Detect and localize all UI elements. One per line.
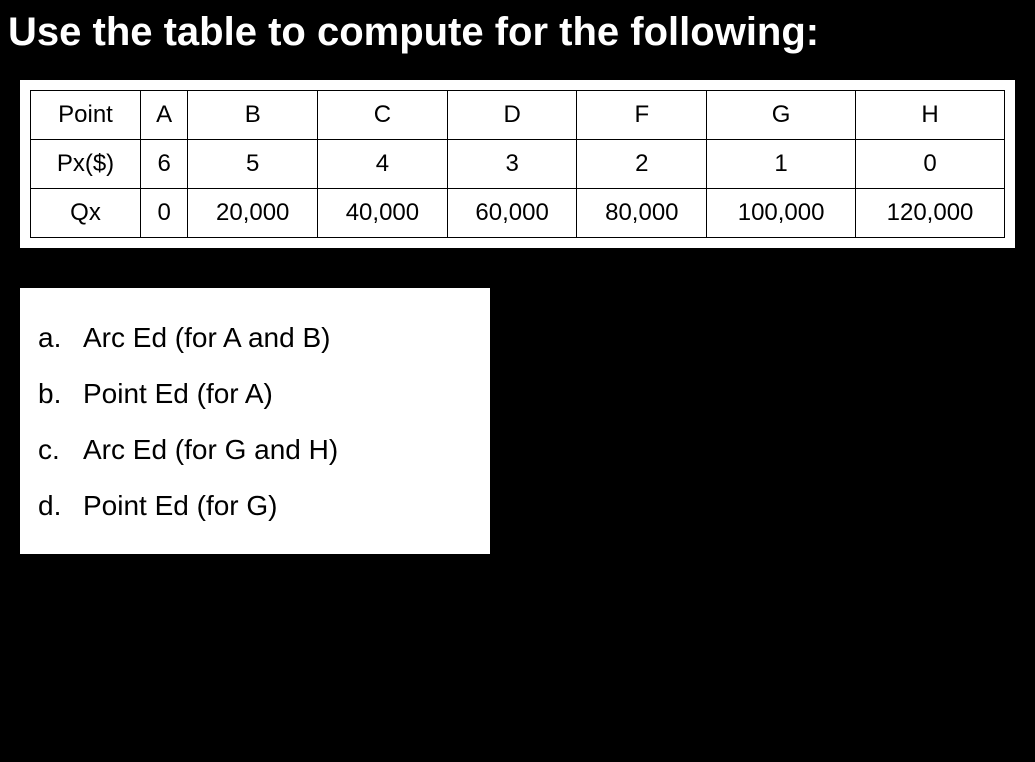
table-row: Px($) 6 5 4 3 2 1 0 <box>31 140 1005 189</box>
list-item: b. Point Ed (for A) <box>38 366 472 422</box>
table-cell: 4 <box>318 140 448 189</box>
table-cell: C <box>318 91 448 140</box>
questions-box: a. Arc Ed (for A and B) b. Point Ed (for… <box>20 288 490 554</box>
question-marker: b. <box>38 378 83 410</box>
question-text: Point Ed (for A) <box>83 378 273 410</box>
list-item: c. Arc Ed (for G and H) <box>38 422 472 478</box>
table-row: Qx 0 20,000 40,000 60,000 80,000 100,000… <box>31 189 1005 238</box>
table-cell: H <box>856 91 1005 140</box>
question-text: Arc Ed (for A and B) <box>83 322 330 354</box>
table-cell: F <box>577 91 707 140</box>
list-item: d. Point Ed (for G) <box>38 478 472 534</box>
data-table: Point A B C D F G H Px($) 6 5 4 3 2 1 0 … <box>30 90 1005 238</box>
table-cell: 3 <box>447 140 577 189</box>
row-label: Px($) <box>31 140 141 189</box>
question-text: Point Ed (for G) <box>83 490 278 522</box>
table-cell: 0 <box>141 189 188 238</box>
table-cell: 5 <box>188 140 318 189</box>
table-cell: 20,000 <box>188 189 318 238</box>
row-label: Qx <box>31 189 141 238</box>
table-cell: 0 <box>856 140 1005 189</box>
table-cell: 120,000 <box>856 189 1005 238</box>
question-marker: c. <box>38 434 83 466</box>
table-cell: 60,000 <box>447 189 577 238</box>
question-marker: d. <box>38 490 83 522</box>
table-cell: 1 <box>707 140 856 189</box>
table-cell: 80,000 <box>577 189 707 238</box>
table-cell: B <box>188 91 318 140</box>
question-marker: a. <box>38 322 83 354</box>
row-label: Point <box>31 91 141 140</box>
list-item: a. Arc Ed (for A and B) <box>38 310 472 366</box>
question-text: Arc Ed (for G and H) <box>83 434 338 466</box>
table-cell: 40,000 <box>318 189 448 238</box>
table-cell: 100,000 <box>707 189 856 238</box>
questions-list: a. Arc Ed (for A and B) b. Point Ed (for… <box>38 310 472 534</box>
page-title: Use the table to compute for the followi… <box>0 0 1035 80</box>
table-cell: D <box>447 91 577 140</box>
table-cell: A <box>141 91 188 140</box>
table-cell: 6 <box>141 140 188 189</box>
table-cell: G <box>707 91 856 140</box>
table-cell: 2 <box>577 140 707 189</box>
table-row: Point A B C D F G H <box>31 91 1005 140</box>
table-container: Point A B C D F G H Px($) 6 5 4 3 2 1 0 … <box>20 80 1015 248</box>
